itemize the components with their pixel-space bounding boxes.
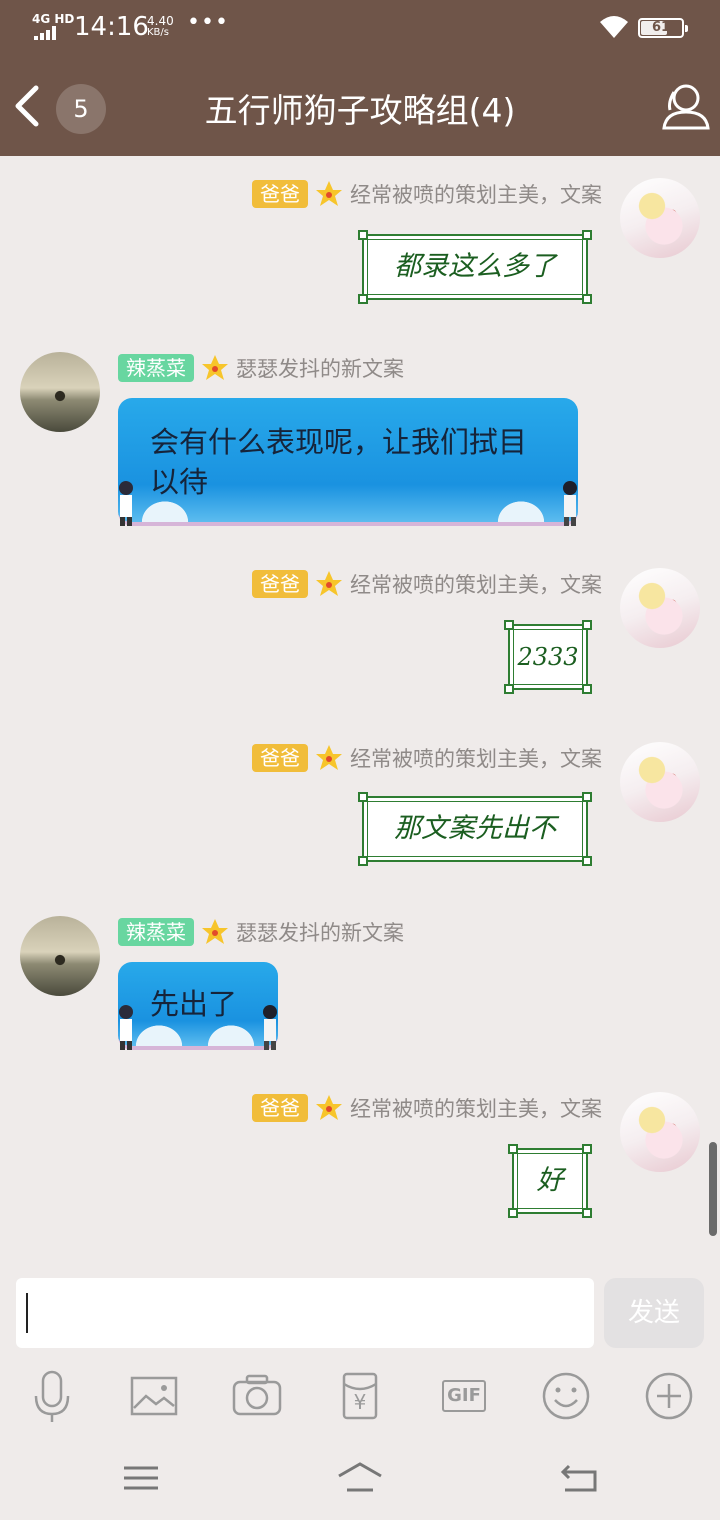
message-text: 好: [536, 1165, 564, 1196]
avatar[interactable]: [620, 1092, 700, 1172]
message-bubble[interactable]: 2333: [504, 620, 592, 694]
microphone-icon[interactable]: [26, 1368, 78, 1424]
member-tag: 爸爸: [252, 570, 308, 598]
avatar[interactable]: [620, 568, 700, 648]
message-meta: 辣蒸菜 瑟瑟发抖的新文案: [118, 914, 404, 950]
red-packet-icon[interactable]: ¥: [334, 1368, 386, 1424]
page-title: 五行师狗子攻略组(4): [204, 91, 516, 130]
avatar[interactable]: [20, 352, 100, 432]
member-tag: 爸爸: [252, 180, 308, 208]
input-bar: 发送: [0, 1266, 720, 1356]
network-speed-value: 4.40: [147, 14, 174, 28]
back-icon[interactable]: [555, 1458, 605, 1498]
message-text: 都录这么多了: [394, 251, 556, 282]
message-meta: 辣蒸菜 瑟瑟发抖的新文案: [118, 350, 404, 386]
clock: 14:16: [74, 12, 149, 42]
unread-count-badge[interactable]: 5: [56, 84, 106, 134]
scrollbar[interactable]: [709, 1142, 717, 1236]
wifi-icon: [600, 16, 628, 38]
message-bubble[interactable]: 好: [508, 1144, 592, 1218]
message-meta: 爸爸 经常被喷的策划主美，文案: [252, 176, 602, 212]
star-icon: [316, 571, 342, 596]
camera-icon[interactable]: [231, 1368, 283, 1424]
more-notifications: •••: [187, 10, 229, 35]
message-bubble[interactable]: 会有什么表现呢，让我们拭目以待: [118, 398, 578, 526]
message-bubble[interactable]: 先出了: [118, 962, 278, 1050]
message-text: 先出了: [150, 987, 238, 1021]
message-meta: 爸爸 经常被喷的策划主美，文案: [252, 740, 602, 776]
message-input[interactable]: [16, 1278, 594, 1348]
message-bubble[interactable]: 都录这么多了: [358, 230, 592, 304]
system-nav-bar: [0, 1440, 720, 1520]
gif-icon[interactable]: GIF: [438, 1368, 490, 1424]
home-icon[interactable]: [335, 1458, 385, 1498]
member-tag: 爸爸: [252, 1094, 308, 1122]
battery-level: 61: [651, 20, 671, 35]
star-icon: [316, 745, 342, 770]
member-tag: 辣蒸菜: [118, 354, 194, 382]
gif-label: GIF: [442, 1380, 486, 1412]
star-icon: [202, 355, 228, 380]
menu-icon[interactable]: [116, 1458, 166, 1498]
chat-header: 五行师狗子攻略组(4): [0, 56, 720, 156]
image-icon[interactable]: [128, 1368, 180, 1424]
signal-icon: [34, 26, 64, 40]
avatar[interactable]: [20, 916, 100, 996]
message-meta: 爸爸 经常被喷的策划主美，文案: [252, 566, 602, 602]
anime-figure-icon: [263, 1005, 277, 1050]
member-tag: 辣蒸菜: [118, 918, 194, 946]
message-bubble[interactable]: 那文案先出不: [358, 792, 592, 866]
star-icon: [202, 919, 228, 944]
plus-icon[interactable]: [643, 1368, 695, 1424]
star-icon: [316, 181, 342, 206]
group-members-icon[interactable]: [656, 80, 712, 132]
emoji-icon[interactable]: [540, 1368, 592, 1424]
status-bar: 4G HD 14:16 4.40 KB/s ••• 61: [0, 0, 720, 56]
avatar[interactable]: [620, 742, 700, 822]
member-title: 经常被喷的策划主美，文案: [350, 1097, 602, 1121]
avatar[interactable]: [620, 178, 700, 258]
member-title: 瑟瑟发抖的新文案: [236, 357, 404, 381]
message-text: 那文案先出不: [394, 813, 556, 844]
network-speed: 4.40 KB/s: [147, 15, 187, 39]
send-button[interactable]: 发送: [604, 1278, 704, 1348]
battery-icon: 61: [638, 18, 688, 38]
network-speed-unit: KB/s: [147, 27, 169, 38]
network-type: 4G HD: [32, 12, 75, 26]
member-tag: 爸爸: [252, 744, 308, 772]
message-text: 会有什么表现呢，让我们拭目以待: [150, 425, 528, 499]
anime-figure-icon: [563, 481, 577, 526]
member-title: 经常被喷的策划主美，文案: [350, 183, 602, 207]
member-title: 经常被喷的策划主美，文案: [350, 573, 602, 597]
yuan-symbol: ¥: [353, 1390, 367, 1414]
member-title: 瑟瑟发抖的新文案: [236, 921, 404, 945]
star-icon: [316, 1095, 342, 1120]
input-toolbar: ¥ GIF: [0, 1360, 720, 1436]
text-caret: [26, 1293, 28, 1333]
anime-figure-icon: [119, 481, 133, 526]
message-text: 2333: [517, 643, 579, 671]
anime-figure-icon: [119, 1005, 133, 1050]
message-meta: 爸爸 经常被喷的策划主美，文案: [252, 1090, 602, 1126]
member-title: 经常被喷的策划主美，文案: [350, 747, 602, 771]
back-button[interactable]: [8, 82, 48, 130]
message-list[interactable]: 爸爸 经常被喷的策划主美，文案 都录这么多了 辣蒸菜 瑟瑟发抖的新文案 会有什么…: [0, 156, 720, 1266]
